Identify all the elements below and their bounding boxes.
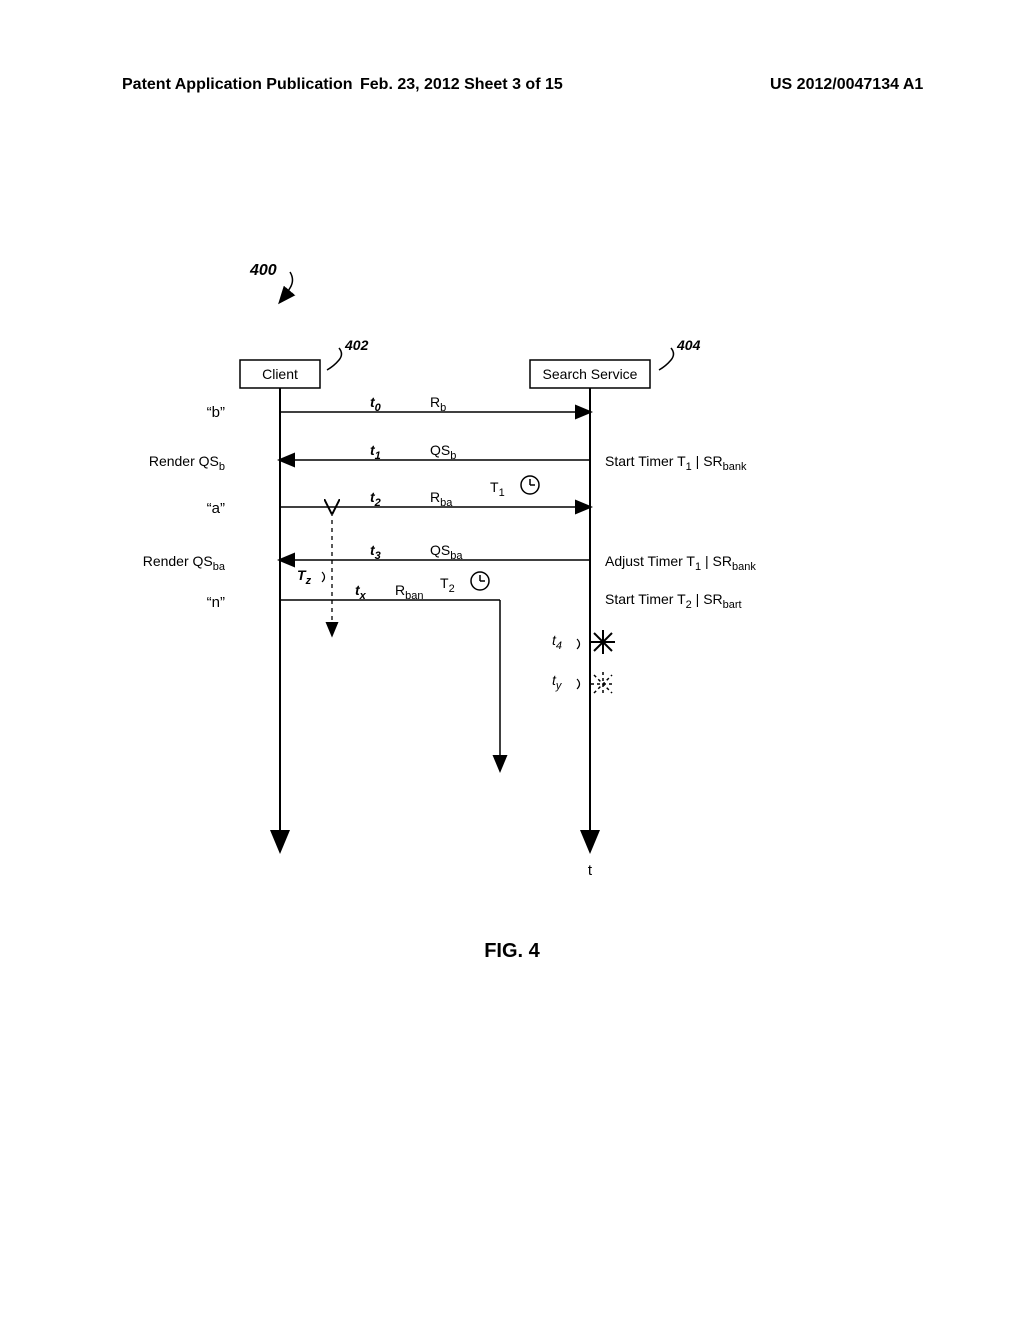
msg-t1-time: t1 (370, 442, 381, 462)
svg-text:t4: t4 (552, 632, 562, 652)
msg-t0-time: t0 (370, 394, 382, 414)
msg-t1-label: QSb (430, 442, 456, 462)
client-box: Client (240, 360, 320, 388)
service-box: Search Service (530, 360, 650, 388)
server-start-t2: Start Timer T2 | SRbart (605, 591, 742, 611)
event-ty: ty (552, 654, 615, 696)
ref-402: 402 (327, 337, 369, 370)
msg-t0-label: Rb (430, 394, 446, 414)
client-label-b: “b” (207, 404, 225, 421)
msg-t2-time: t2 (370, 489, 381, 509)
client-label-a: “a” (207, 500, 225, 517)
msg-t3-label: QSba (430, 542, 463, 562)
t1-clock-label: T1 (490, 479, 505, 499)
svg-text:ty: ty (552, 672, 563, 692)
server-adjust-t1: Adjust Timer T1 | SRbank (605, 553, 756, 573)
ref-404: 404 (659, 337, 701, 370)
ref-400: 400 (249, 262, 293, 302)
t-axis-label: t (588, 862, 593, 879)
svg-text:Tz: Tz (297, 567, 312, 587)
clock-icon-t1 (521, 476, 539, 494)
t2-clock-label: T2 (440, 575, 455, 595)
clock-icon-t2 (471, 572, 489, 590)
figure-label: FIG. 4 (0, 940, 1024, 963)
burst-icon (591, 672, 615, 696)
svg-text:402: 402 (344, 337, 369, 353)
sequence-diagram: 400 Client 402 Search Service 404 t “b (0, 0, 1024, 1320)
event-t4: t4 (552, 600, 615, 654)
msg-t2-label: Rba (430, 489, 453, 509)
tz-span: Tz (297, 512, 332, 635)
server-start-t1: Start Timer T1 | SRbank (605, 453, 747, 473)
msg-tx-time: tx (355, 582, 367, 602)
msg-tx-label: Rban (395, 582, 423, 602)
svg-text:404: 404 (676, 337, 701, 353)
client-label-render-qsba: Render QSba (143, 553, 226, 573)
svg-text:Search Service: Search Service (543, 366, 638, 382)
client-label-render-qsb: Render QSb (149, 453, 225, 473)
star-icon (591, 630, 615, 654)
page: Patent Application Publication Feb. 23, … (0, 0, 1024, 1320)
svg-text:400: 400 (249, 262, 277, 279)
msg-t3-time: t3 (370, 542, 381, 562)
svg-text:Client: Client (262, 366, 298, 382)
client-label-n: “n” (207, 594, 225, 611)
